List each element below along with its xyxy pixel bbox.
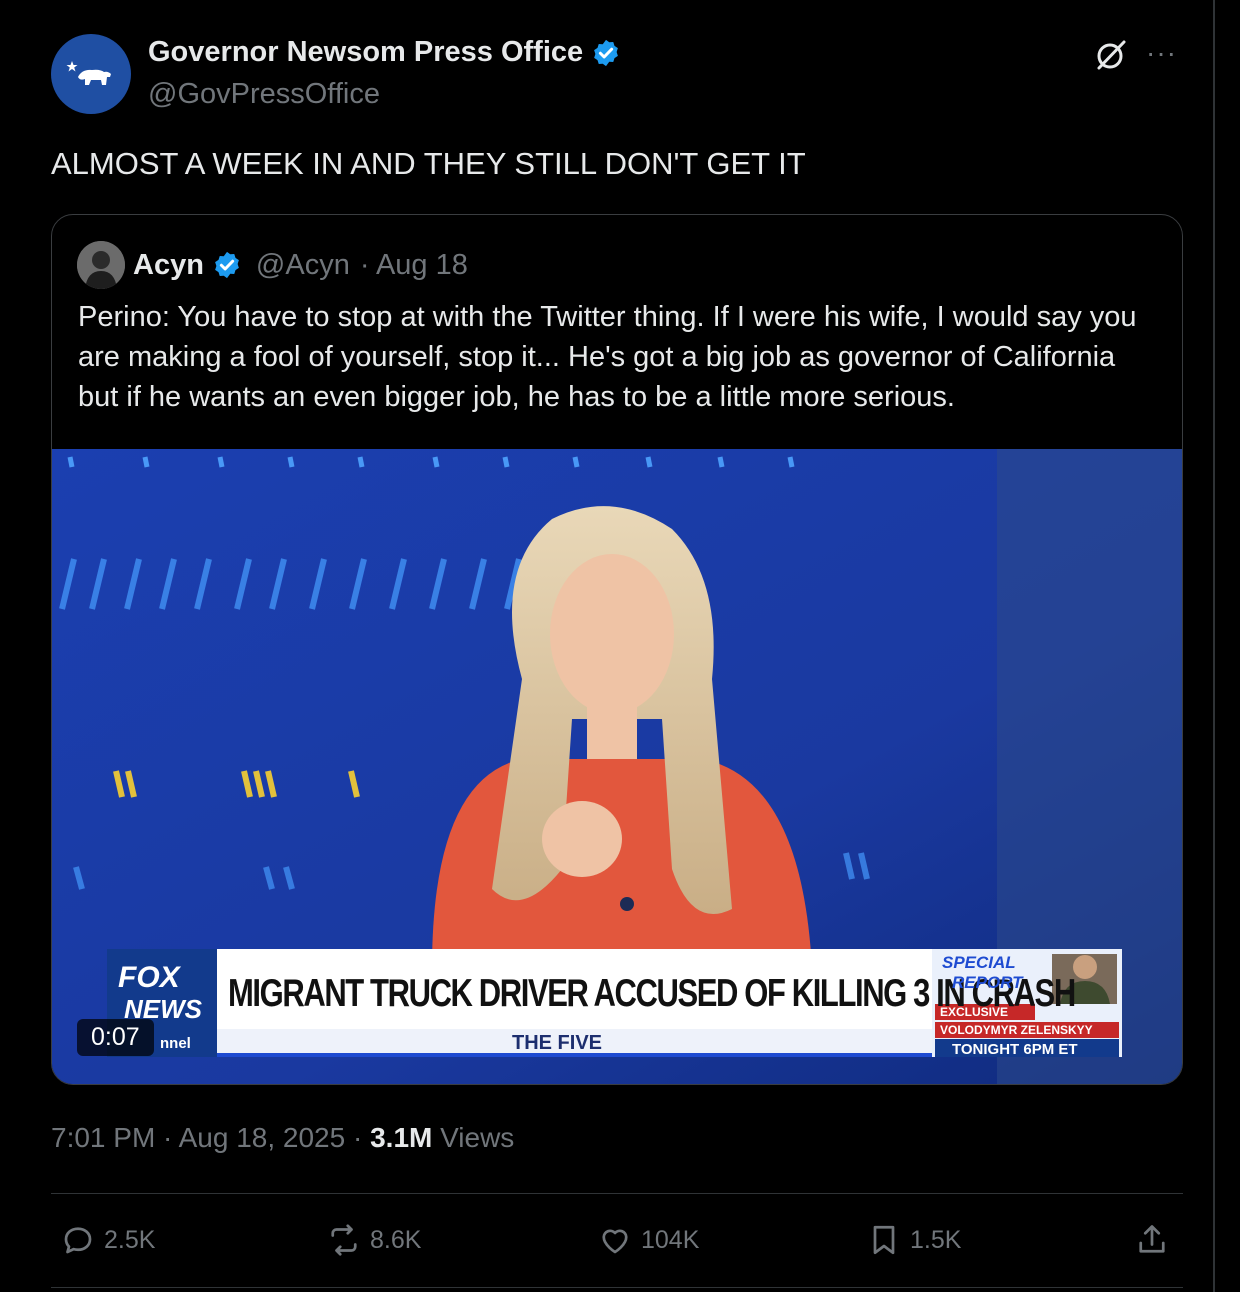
quote-header: Acyn @Acyn · Aug 18 xyxy=(77,241,468,289)
divider-bottom xyxy=(51,1287,1183,1288)
side-panel-name: VOLODYMYR ZELENSKYY xyxy=(940,1023,1093,1037)
like-button[interactable]: 104K xyxy=(597,1222,699,1258)
timestamp[interactable]: 7:01 PM · Aug 18, 2025 · xyxy=(51,1122,370,1153)
verified-badge-icon xyxy=(594,39,619,66)
verified-badge-icon xyxy=(215,251,239,279)
repost-icon xyxy=(331,1224,357,1256)
video-player[interactable]: FOX NEWS nnel MIGRANT TRUCK DRIVER ACCUS… xyxy=(52,449,1182,1084)
column-border xyxy=(1213,0,1215,1292)
person-photo-icon xyxy=(77,241,125,289)
reply-count: 2.5K xyxy=(104,1225,156,1254)
more-options-icon[interactable]: ··· xyxy=(1146,38,1177,68)
bookmark-button[interactable]: 1.5K xyxy=(866,1222,961,1258)
side-panel-time: TONIGHT 6PM ET xyxy=(952,1041,1078,1058)
reply-icon xyxy=(64,1227,92,1254)
bookmark-icon xyxy=(873,1225,895,1255)
author-name[interactable]: Governor Newsom Press Office xyxy=(148,36,583,69)
action-bar: 2.5K 8.6K 104K 1.5K xyxy=(0,1218,1240,1268)
grok-icon[interactable] xyxy=(1094,38,1128,72)
network-logo-line1: FOX xyxy=(118,961,180,994)
share-icon xyxy=(1139,1225,1165,1253)
tweet-meta: 7:01 PM · Aug 18, 2025 · 3.1M Views xyxy=(51,1122,514,1154)
repost-count: 8.6K xyxy=(370,1225,422,1254)
quote-author-name[interactable]: Acyn xyxy=(133,249,204,282)
quote-avatar[interactable] xyxy=(77,241,125,289)
author-avatar[interactable] xyxy=(51,34,131,114)
share-button[interactable] xyxy=(1134,1222,1170,1258)
special-report-title1: SPECIAL xyxy=(942,953,1016,972)
network-logo-line3: nnel xyxy=(160,1035,191,1052)
repost-button[interactable]: 8.6K xyxy=(326,1222,421,1258)
like-count: 104K xyxy=(641,1225,700,1254)
bookmark-count: 1.5K xyxy=(910,1225,962,1254)
reply-button[interactable]: 2.5K xyxy=(60,1222,155,1258)
quoted-tweet-card[interactable]: Acyn @Acyn · Aug 18 Perino: You have to … xyxy=(51,214,1183,1085)
quote-text: Perino: You have to stop at with the Twi… xyxy=(78,301,1137,413)
side-panel-exclusive: EXCLUSIVE xyxy=(940,1005,1009,1019)
bear-logo-icon xyxy=(66,61,111,85)
quote-author-handle[interactable]: @Acyn xyxy=(256,249,350,282)
views-label: Views xyxy=(432,1122,515,1153)
heart-icon xyxy=(602,1229,628,1254)
tweet-text: ALMOST A WEEK IN AND THEY STILL DON'T GE… xyxy=(51,146,806,181)
divider-top xyxy=(51,1193,1183,1194)
quote-date[interactable]: · Aug 18 xyxy=(360,249,468,282)
author-handle[interactable]: @GovPressOffice xyxy=(148,78,380,111)
view-count: 3.1M xyxy=(370,1122,433,1153)
video-duration: 0:07 xyxy=(77,1019,154,1056)
special-report-title2: REPORT xyxy=(952,973,1023,992)
author-name-row[interactable]: Governor Newsom Press Office xyxy=(148,36,621,69)
show-label: THE FIVE xyxy=(512,1032,603,1054)
